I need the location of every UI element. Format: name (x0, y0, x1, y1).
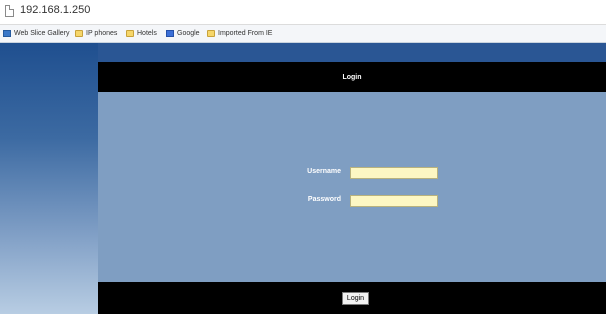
url-text[interactable]: 192.168.1.250 (20, 4, 90, 16)
login-panel: Login Username Password Login (98, 62, 606, 314)
login-form: Username Password (98, 92, 606, 282)
bookmark-ip-phones[interactable]: IP phones (75, 27, 117, 40)
bookmark-imported-from-ie[interactable]: Imported From IE (207, 27, 272, 40)
folder-icon (207, 30, 215, 37)
username-label: Username (307, 168, 341, 175)
bookmark-web-slice-gallery[interactable]: Web Slice Gallery (3, 27, 70, 40)
sidebar-gradient-panel (0, 43, 98, 314)
password-input[interactable] (350, 195, 438, 207)
bookmark-label: Hotels (137, 30, 157, 37)
folder-icon (75, 30, 83, 37)
bookmark-label: Web Slice Gallery (14, 30, 70, 37)
bookmarks-bar: Web Slice Gallery IP phones Hotels Googl… (0, 25, 606, 43)
bookmark-label: Imported From IE (218, 30, 273, 37)
web-slice-icon (3, 30, 11, 37)
page-viewport: Login Username Password Login (0, 43, 606, 314)
bookmark-label: Google (177, 30, 200, 37)
address-bar[interactable]: 192.168.1.250 (0, 0, 606, 25)
login-footer: Login (98, 282, 606, 314)
password-row: Password (98, 195, 606, 208)
folder-icon (126, 30, 134, 37)
username-row: Username (98, 167, 606, 180)
password-label: Password (307, 196, 341, 203)
top-banner-strip (98, 43, 606, 62)
page-icon (5, 5, 14, 17)
login-button[interactable]: Login (342, 292, 369, 305)
username-input[interactable] (350, 167, 438, 179)
google-icon (166, 30, 174, 37)
bookmark-hotels[interactable]: Hotels (126, 27, 157, 40)
login-header: Login (98, 62, 606, 92)
bookmark-label: IP phones (86, 30, 118, 37)
login-title: Login (342, 73, 362, 81)
bookmark-google[interactable]: Google (166, 27, 200, 40)
